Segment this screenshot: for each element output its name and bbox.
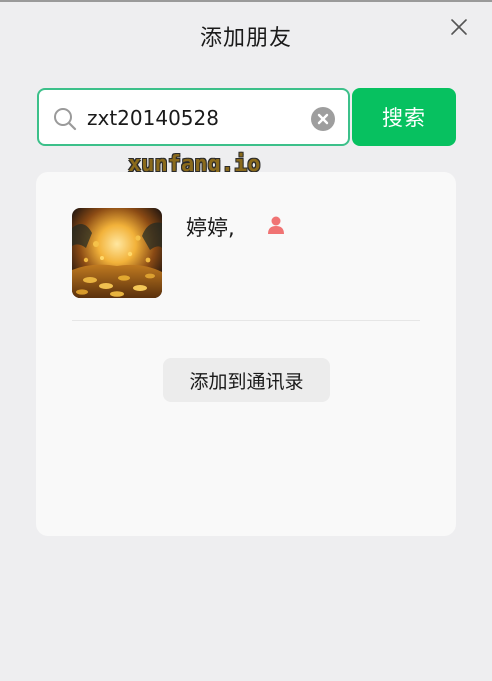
female-user-icon [268,216,284,234]
search-box[interactable] [37,88,350,146]
close-icon[interactable] [448,16,470,38]
avatar[interactable] [72,208,162,298]
contact-name: 婷婷, [186,216,235,240]
search-input[interactable] [87,102,297,134]
add-to-contacts-button[interactable]: 添加到通讯录 [163,358,330,402]
search-button[interactable]: 搜索 [352,88,456,146]
divider [72,320,420,321]
search-result-card: 婷婷, 添加到通讯录 [36,172,456,536]
search-icon [54,108,77,131]
dialog-title: 添加朋友 [199,26,292,51]
close-button[interactable] [448,16,470,38]
clear-icon[interactable] [311,107,335,131]
